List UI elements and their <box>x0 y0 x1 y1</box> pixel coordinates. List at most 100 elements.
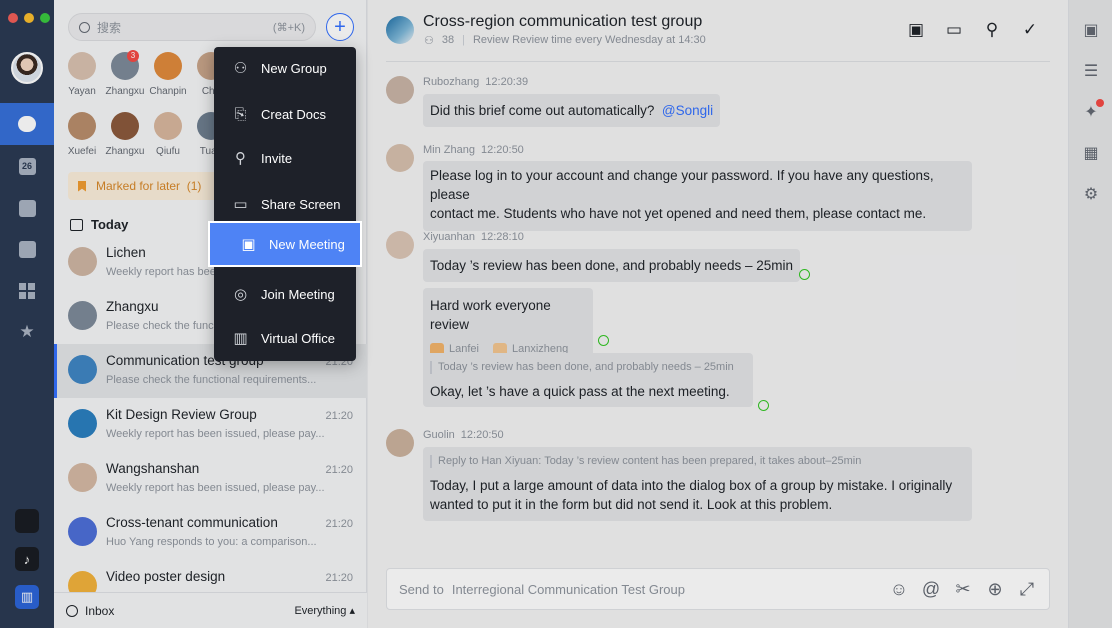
composer-tools: ☺ @ ✂ ⊕ ⤢ <box>889 579 1037 600</box>
menu-item-new-group[interactable]: ⚇ New Group <box>214 47 356 89</box>
virtual-office-icon: ▥ <box>233 330 248 347</box>
avatar <box>68 247 97 276</box>
contact-item[interactable]: Yayan <box>62 52 102 97</box>
group-avatar[interactable] <box>386 16 414 44</box>
contact-item[interactable]: 3 Zhangxu <box>105 50 145 97</box>
avatar[interactable] <box>386 429 414 457</box>
filter-dropdown[interactable]: Everything ▴ <box>294 604 355 617</box>
menu-item-virtual-office[interactable]: ▥ Virtual Office <box>214 317 356 359</box>
settings-icon[interactable]: ⚙ <box>1081 184 1101 204</box>
avatar[interactable] <box>386 231 414 259</box>
docs-icon[interactable] <box>0 187 54 229</box>
user-avatar[interactable] <box>11 52 43 84</box>
member-count[interactable]: 38 <box>442 34 454 47</box>
menu-item-invite[interactable]: ⚲ Invite <box>214 137 356 179</box>
review-note: Review Review time every Wednesday at 14… <box>472 34 706 46</box>
chat-title[interactable]: Cross-region communication test group <box>423 13 702 31</box>
message-bubble[interactable]: Today ’s review has been done, and proba… <box>423 249 800 282</box>
contact-item[interactable]: Zhangxu <box>105 112 145 157</box>
avatar[interactable] <box>386 144 414 172</box>
workplace-icon[interactable] <box>0 270 54 312</box>
contact-item[interactable]: Xuefei <box>62 112 102 157</box>
message-meta: Xiyuanhan 12:28:10 <box>423 231 524 243</box>
message-bubble[interactable]: Please log in to your account and change… <box>423 161 972 231</box>
inbox-tab[interactable]: Inbox <box>85 604 114 618</box>
chat-meta: ⚇ 38 | Review Review time every Wednesda… <box>424 34 706 47</box>
contact-item[interactable]: Qiufu <box>148 112 188 157</box>
marked-for-later[interactable]: Marked for later (1) <box>68 172 228 200</box>
calendar-add-icon[interactable]: ▦ <box>1081 143 1101 163</box>
list-footer: Inbox Everything ▴ <box>54 592 367 628</box>
done-icon[interactable]: ✓ <box>1020 20 1040 40</box>
avatar <box>68 463 97 492</box>
quoted-message[interactable]: Reply to Han Xiyuan: Today ’s review con… <box>430 455 965 468</box>
message-input[interactable]: Send to Interregional Communication Test … <box>386 568 1050 610</box>
add-member-icon[interactable]: ⚲ <box>982 20 1002 40</box>
contacts-icon[interactable] <box>0 228 54 270</box>
avatar[interactable] <box>386 76 414 104</box>
mention-link[interactable]: @Songli <box>662 103 713 118</box>
create-menu: ⚇ New Group ⎘ Creat Docs ⚲ Invite ▭ Share Sc… <box>208 47 362 361</box>
join-meeting-icon: ◎ <box>233 286 248 303</box>
divider <box>386 61 1050 62</box>
video-call-icon[interactable]: ▭ <box>944 20 964 40</box>
search-shortcut: (⌘+K) <box>272 21 305 34</box>
share-screen-icon: ▭ <box>233 196 248 213</box>
add-icon[interactable]: ⊕ <box>985 579 1005 600</box>
group-icon: ⚇ <box>233 60 248 77</box>
emoji-icon[interactable]: ☺ <box>889 579 909 600</box>
avatar <box>68 355 97 384</box>
zoom-window-button[interactable] <box>40 13 50 23</box>
search-history-icon[interactable]: ☰ <box>1081 61 1101 81</box>
unread-badge: 3 <box>127 50 139 62</box>
avatar <box>154 112 182 140</box>
read-receipt-icon <box>758 400 769 411</box>
quoted-message[interactable]: Today ’s review has been done, and proba… <box>430 361 746 374</box>
message-bubble[interactable]: Did this brief come out automatically? @… <box>423 94 721 127</box>
expand-icon[interactable]: ⤢ <box>1017 579 1037 600</box>
calendar-icon <box>70 218 83 231</box>
favorites-icon[interactable]: ★ <box>0 311 54 353</box>
close-window-button[interactable] <box>8 13 18 23</box>
avatar <box>68 517 97 546</box>
today-section: Today <box>70 217 128 232</box>
calendar-icon[interactable]: 26 <box>0 145 54 187</box>
avatar <box>68 301 97 330</box>
message-bubble[interactable]: Today ’s review has been done, and proba… <box>423 353 753 407</box>
avatar <box>68 112 96 140</box>
contact-item[interactable]: Chanpin <box>148 52 188 97</box>
menu-item-new-meeting[interactable]: ▣ New Meeting <box>208 221 362 267</box>
briefcase-icon[interactable]: ▣ <box>1081 20 1101 40</box>
menu-item-join-meeting[interactable]: ◎ Join Meeting <box>214 273 356 315</box>
scissors-icon[interactable]: ✂ <box>953 579 973 600</box>
conversation-item[interactable]: Cross-tenant communication Huo Yang resp… <box>54 506 367 560</box>
video-icon: ▣ <box>241 236 256 253</box>
search-input[interactable]: 搜索 (⌘+K) <box>68 13 316 41</box>
members-icon: ⚇ <box>424 35 434 47</box>
inbox-icon <box>66 604 78 617</box>
mention-icon[interactable]: @ <box>921 579 941 600</box>
header-actions: ▣ ▭ ⚲ ✓ <box>906 20 1040 40</box>
menu-item-create-docs[interactable]: ⎘ Creat Docs <box>214 93 356 135</box>
message-meta: Rubozhang 12:20:39 <box>423 76 529 88</box>
board-icon[interactable]: ▣ <box>906 20 926 40</box>
composer-placeholder: Send to Interregional Communication Test … <box>399 581 685 597</box>
chat-panel: Cross-region communication test group ⚇ … <box>368 0 1068 628</box>
new-doc-icon: ⎘ <box>234 105 247 123</box>
conversation-item[interactable]: Wangshanshan Weekly report has been issu… <box>54 452 367 506</box>
invite-icon: ⚲ <box>235 150 246 167</box>
read-receipt-icon <box>598 335 609 346</box>
message-bubble[interactable]: Reply to Han Xiyuan: Today ’s review con… <box>423 447 972 521</box>
tiktok-icon[interactable]: ♪ <box>15 547 39 571</box>
app-sidebar: 26 ★ ♪ ▥ <box>0 0 54 628</box>
analytics-icon[interactable]: ▥ <box>15 585 39 609</box>
divider: | <box>462 34 465 46</box>
create-plus-button[interactable]: + <box>326 13 354 41</box>
right-sidebar: ▣ ☰ ✦ ▦ ⚙ <box>1068 0 1112 628</box>
conversation-item[interactable]: Kit Design Review Group Weekly report ha… <box>54 398 367 452</box>
message-icon[interactable] <box>0 103 54 145</box>
minimize-window-button[interactable] <box>24 13 34 23</box>
app-dark-icon[interactable] <box>15 509 39 533</box>
chat-header: Cross-region communication test group ⚇ … <box>368 0 1068 62</box>
menu-item-share-screen[interactable]: ▭ Share Screen <box>214 183 356 225</box>
